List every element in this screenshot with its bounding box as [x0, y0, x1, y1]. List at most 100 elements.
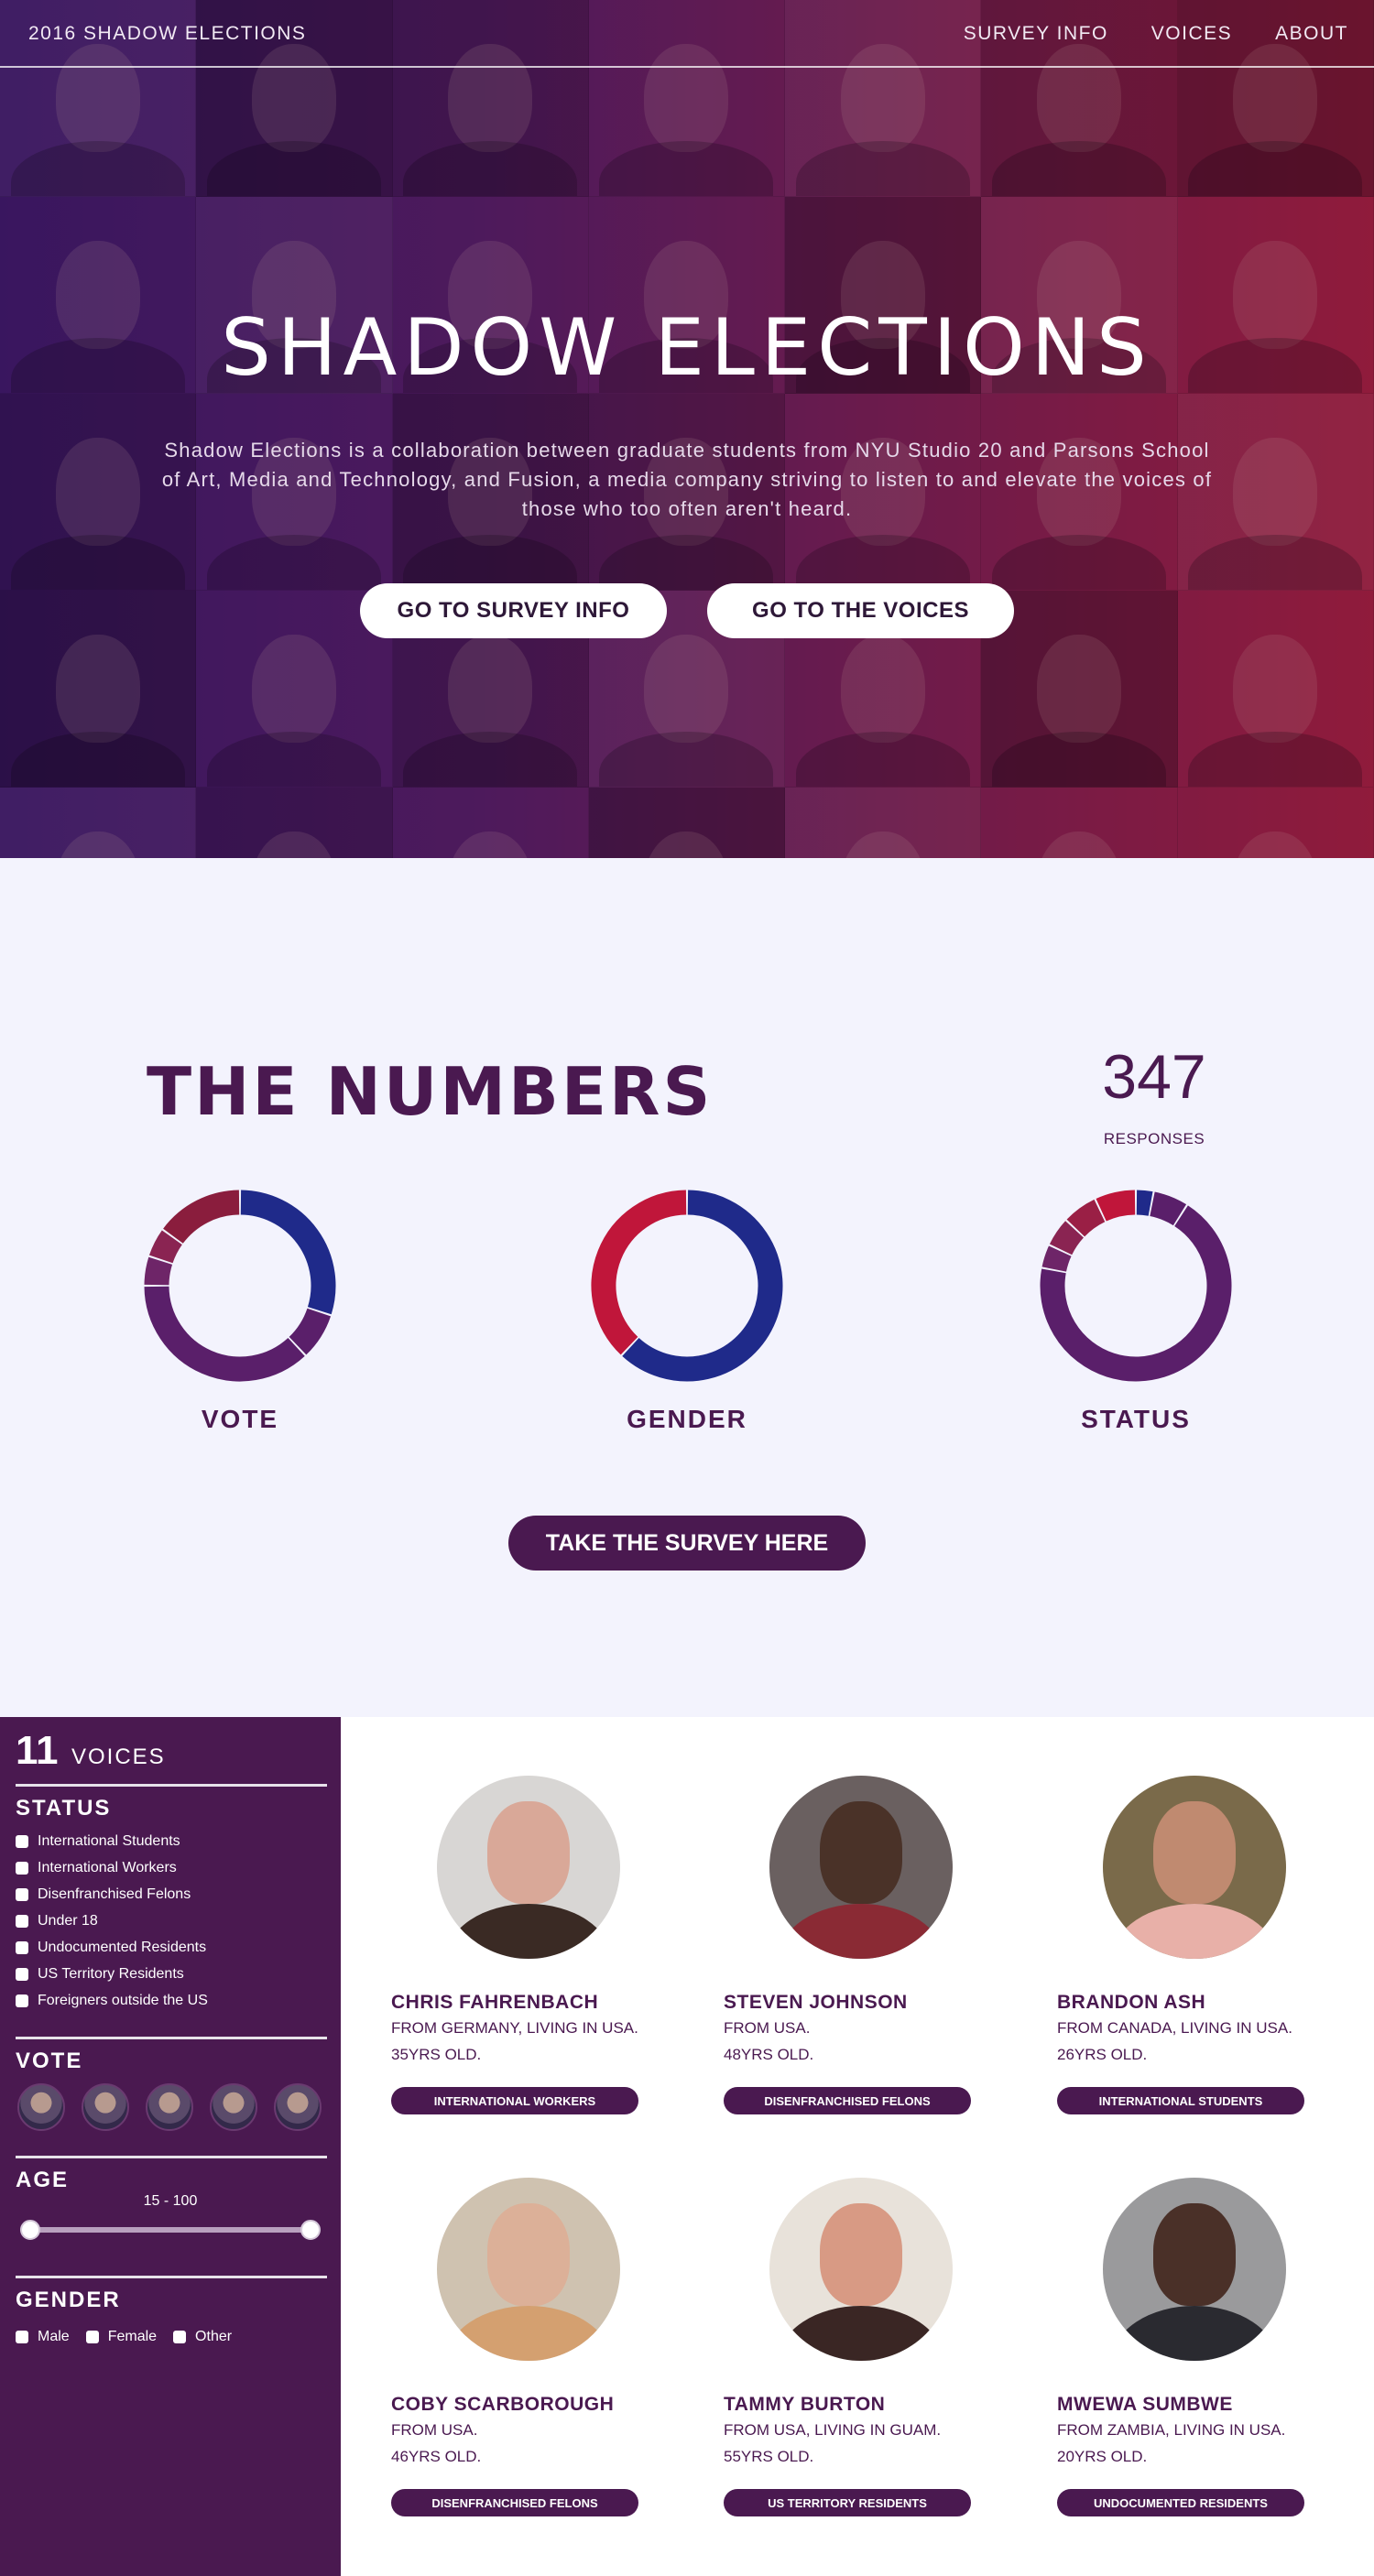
- voice-card[interactable]: COBY SCARBOROUGH FROM USA. 46YRS OLD. DI…: [391, 2178, 693, 2562]
- avatar[interactable]: [437, 2178, 620, 2361]
- checkbox[interactable]: [16, 1835, 28, 1848]
- site-brand[interactable]: 2016 SHADOW ELECTIONS: [28, 23, 306, 45]
- candidate-avatar-4[interactable]: [210, 2083, 257, 2131]
- gender-heading: GENDER: [16, 2288, 121, 2312]
- voice-name[interactable]: BRANDON ASH: [1057, 1992, 1205, 2014]
- nav-link-voices[interactable]: VOICES: [1151, 23, 1232, 45]
- donut-segment: [240, 1190, 336, 1315]
- voice-card[interactable]: MWEWA SUMBWE FROM ZAMBIA, LIVING IN USA.…: [1057, 2178, 1359, 2562]
- age-slider-min-handle[interactable]: [20, 2220, 40, 2240]
- gender-donut-chart: [591, 1190, 783, 1382]
- status-option-international-workers[interactable]: International Workers: [16, 1860, 177, 1876]
- voice-name[interactable]: CHRIS FAHRENBACH: [391, 1992, 598, 2014]
- status-option-disenfranchised-felons[interactable]: Disenfranchised Felons: [16, 1886, 191, 1903]
- avatar[interactable]: [1103, 1776, 1286, 1959]
- avatar[interactable]: [769, 1776, 953, 1959]
- voice-age: 26YRS OLD.: [1057, 2046, 1148, 2063]
- donut-segment: [148, 1230, 183, 1264]
- donut-segment: [1049, 1221, 1085, 1255]
- checkbox[interactable]: [85, 2331, 99, 2343]
- age-range-value: 15 - 100: [143, 2193, 198, 2209]
- take-survey-button[interactable]: TAKE THE SURVEY HERE: [508, 1516, 866, 1571]
- age-slider-max-handle[interactable]: [300, 2220, 321, 2240]
- voice-status-tag[interactable]: INTERNATIONAL WORKERS: [391, 2087, 638, 2114]
- voices-count: 11: [16, 1728, 59, 1773]
- candidate-avatar-3[interactable]: [146, 2083, 193, 2131]
- gender-filter-options: Male Female Other: [16, 2329, 232, 2345]
- voice-card[interactable]: STEVEN JOHNSON FROM USA. 48YRS OLD. DISE…: [724, 1776, 1026, 2160]
- voice-origin: FROM USA, LIVING IN GUAM.: [724, 2421, 942, 2439]
- voice-origin: FROM CANADA, LIVING IN USA.: [1057, 2019, 1292, 2037]
- candidate-avatar-2[interactable]: [82, 2083, 129, 2131]
- donut-segment: [144, 1286, 305, 1382]
- checkbox[interactable]: [16, 1915, 28, 1928]
- voice-age: 48YRS OLD.: [724, 2046, 814, 2063]
- hero-section: 2016 SHADOW ELECTIONS SURVEY INFO VOICES…: [0, 0, 1374, 858]
- donut-segment: [163, 1190, 240, 1245]
- responses-count: 347: [1102, 1042, 1206, 1112]
- divider: [16, 2037, 327, 2039]
- voice-status-tag[interactable]: US TERRITORY RESIDENTS: [724, 2489, 971, 2516]
- avatar[interactable]: [769, 2178, 953, 2361]
- checkbox[interactable]: [173, 2331, 187, 2343]
- voice-status-tag[interactable]: DISENFRANCHISED FELONS: [391, 2489, 638, 2516]
- status-option-international-students[interactable]: International Students: [16, 1833, 180, 1850]
- voice-name[interactable]: MWEWA SUMBWE: [1057, 2394, 1233, 2416]
- checkbox[interactable]: [16, 1968, 28, 1981]
- candidate-avatar-1[interactable]: [17, 2083, 65, 2131]
- voice-name[interactable]: TAMMY BURTON: [724, 2394, 885, 2416]
- voice-age: 20YRS OLD.: [1057, 2448, 1148, 2465]
- candidate-avatar-5[interactable]: [274, 2083, 322, 2131]
- nav-link-about[interactable]: ABOUT: [1275, 23, 1348, 45]
- voice-age: 35YRS OLD.: [391, 2046, 482, 2063]
- divider: [16, 2276, 327, 2278]
- voice-card[interactable]: CHRIS FAHRENBACH FROM GERMANY, LIVING IN…: [391, 1776, 693, 2160]
- go-to-voices-button[interactable]: GO TO THE VOICES: [707, 583, 1014, 638]
- status-option-undocumented-residents[interactable]: Undocumented Residents: [16, 1940, 206, 1956]
- checkbox[interactable]: [16, 1994, 28, 2007]
- voice-name[interactable]: STEVEN JOHNSON: [724, 1992, 908, 2014]
- gender-chart-label: GENDER: [627, 1405, 747, 1433]
- donut-segment: [1041, 1245, 1072, 1273]
- checkbox[interactable]: [16, 1888, 28, 1901]
- gender-option-other[interactable]: Other: [173, 2329, 232, 2345]
- voice-origin: FROM USA.: [724, 2019, 811, 2037]
- voice-status-tag[interactable]: UNDOCUMENTED RESIDENTS: [1057, 2489, 1304, 2516]
- voices-count-label: VOICES: [71, 1745, 166, 1769]
- age-slider-track[interactable]: [30, 2227, 311, 2233]
- donut-segment: [1136, 1190, 1153, 1216]
- status-chart-label: STATUS: [1081, 1405, 1191, 1433]
- status-option-us-territory-residents[interactable]: US Territory Residents: [16, 1966, 184, 1983]
- voice-status-tag[interactable]: INTERNATIONAL STUDENTS: [1057, 2087, 1304, 2114]
- donut-segment: [1149, 1191, 1187, 1226]
- hero-overlay: [0, 0, 1374, 858]
- voice-name[interactable]: COBY SCARBOROUGH: [391, 2394, 614, 2416]
- hero-title: SHADOW ELECTIONS: [221, 302, 1153, 394]
- gender-option-male[interactable]: Male: [16, 2329, 70, 2345]
- nav-link-survey-info[interactable]: SURVEY INFO: [964, 23, 1108, 45]
- avatar[interactable]: [1103, 2178, 1286, 2361]
- vote-heading: VOTE: [16, 2049, 83, 2073]
- avatar[interactable]: [437, 1776, 620, 1959]
- voice-card[interactable]: BRANDON ASH FROM CANADA, LIVING IN USA. …: [1057, 1776, 1359, 2160]
- checkbox[interactable]: [16, 2331, 28, 2343]
- voices-section: 11 VOICES STATUS International Students …: [0, 1717, 1374, 2576]
- hero-description: Shadow Elections is a collaboration betw…: [161, 439, 1213, 520]
- status-option-foreigners-outside-us[interactable]: Foreigners outside the US: [16, 1993, 208, 2009]
- voice-origin: FROM GERMANY, LIVING IN USA.: [391, 2019, 638, 2037]
- age-heading: AGE: [16, 2168, 70, 2192]
- voice-status-tag[interactable]: DISENFRANCHISED FELONS: [724, 2087, 971, 2114]
- responses-label: RESPONSES: [1103, 1130, 1205, 1147]
- status-donut-chart: [1040, 1190, 1232, 1382]
- voice-card[interactable]: TAMMY BURTON FROM USA, LIVING IN GUAM. 5…: [724, 2178, 1026, 2562]
- go-to-survey-info-button[interactable]: GO TO SURVEY INFO: [360, 583, 667, 638]
- status-heading: STATUS: [16, 1796, 112, 1821]
- checkbox[interactable]: [16, 1941, 28, 1954]
- status-option-under-18[interactable]: Under 18: [16, 1913, 98, 1929]
- numbers-section: THE NUMBERS 347 RESPONSES VOTE GENDER ST…: [0, 858, 1374, 1717]
- gender-option-female[interactable]: Female: [85, 2329, 157, 2345]
- checkbox[interactable]: [16, 1862, 28, 1875]
- voice-origin: FROM ZAMBIA, LIVING IN USA.: [1057, 2421, 1286, 2439]
- vote-candidate-filters: [17, 2083, 322, 2131]
- donut-segment: [1096, 1190, 1136, 1222]
